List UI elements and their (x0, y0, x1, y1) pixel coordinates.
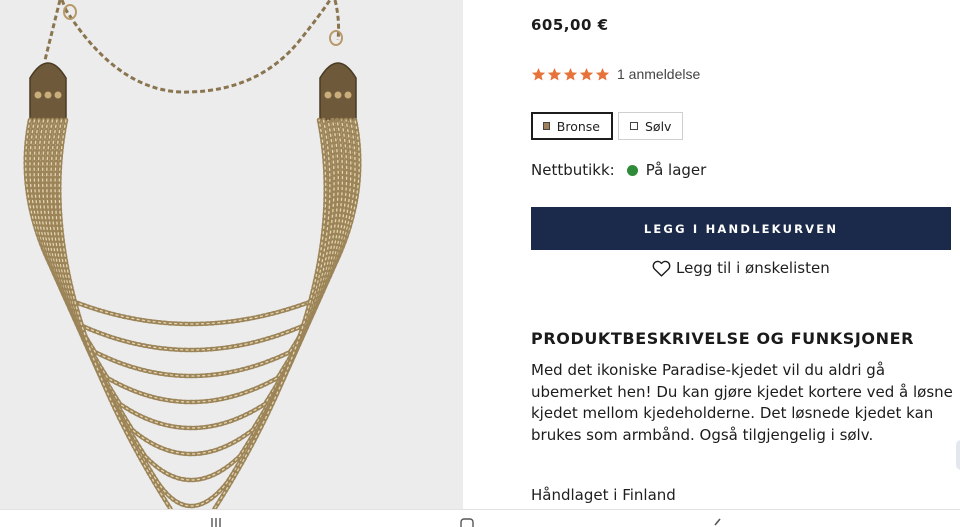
add-to-cart-button[interactable]: LEGG I HANDLEKURVEN (531, 207, 951, 250)
variant-option-solv[interactable]: Sølv (618, 112, 684, 140)
product-rating[interactable]: 1 anmeldelse (531, 66, 700, 82)
variant-label: Sølv (645, 118, 672, 134)
in-stock-dot-icon (626, 164, 638, 176)
product-image[interactable] (0, 0, 463, 509)
stock-status: Nettbutikk: På lager (531, 161, 706, 179)
star-icon (595, 67, 610, 80)
stock-value: På lager (645, 161, 707, 179)
back-icon[interactable] (709, 516, 725, 527)
variant-option-bronse[interactable]: Bronse (531, 112, 613, 140)
bronze-swatch-icon (543, 122, 550, 130)
review-count-link[interactable]: 1 anmeldelse (617, 66, 700, 82)
star-icon (563, 67, 578, 80)
home-icon[interactable] (459, 516, 475, 527)
chat-widget-edge[interactable] (956, 440, 960, 470)
necklace-illustration (23, 0, 362, 509)
stock-label: Nettbutikk: (531, 161, 615, 179)
wishlist-label: Legg til i ønskelisten (676, 259, 830, 277)
variant-selector: Bronse Sølv (531, 112, 684, 140)
menu-icon[interactable] (208, 516, 224, 527)
bottom-navigation (0, 509, 960, 527)
product-description: Med det ikoniske Paradise-kjedet vil du … (531, 361, 953, 444)
star-rating (531, 67, 610, 82)
variant-label: Bronse (556, 118, 600, 134)
description-heading: PRODUKTBESKRIVELSE OG FUNKSJONER (531, 329, 915, 348)
add-to-wishlist-link[interactable]: Legg til i ønskelisten (652, 259, 830, 277)
heart-outline-icon (652, 260, 671, 277)
star-icon (579, 67, 594, 80)
star-icon (531, 67, 546, 80)
star-icon (547, 67, 562, 80)
silver-swatch-icon (630, 122, 638, 130)
product-price: 605,00 € (531, 16, 609, 34)
product-origin: Håndlaget i Finland (531, 486, 676, 504)
